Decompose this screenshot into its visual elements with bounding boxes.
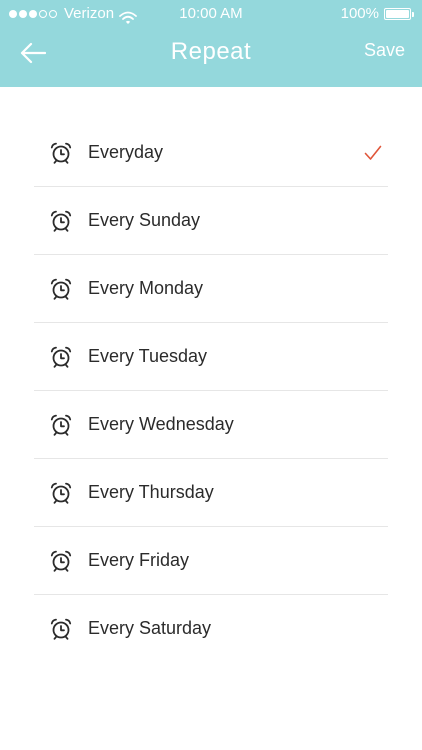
- alarm-clock-icon: [50, 142, 72, 164]
- save-button[interactable]: Save: [364, 40, 405, 61]
- repeat-option-label: Every Wednesday: [88, 414, 234, 434]
- battery-fill: [386, 10, 409, 18]
- alarm-clock-icon: [50, 210, 72, 232]
- repeat-option-every-wednesday[interactable]: Every Wednesday: [34, 391, 388, 459]
- page-title: Repeat: [170, 38, 252, 65]
- repeat-option-every-monday[interactable]: Every Monday: [34, 255, 388, 323]
- repeat-option-every-thursday[interactable]: Every Thursday: [34, 459, 388, 527]
- battery-icon: [384, 8, 411, 20]
- repeat-option-label: Every Friday: [88, 550, 190, 570]
- status-right: 100%: [341, 0, 414, 28]
- battery-nub: [412, 11, 414, 17]
- battery-percent: 100%: [340, 5, 379, 22]
- repeat-option-label: Every Saturday: [88, 618, 212, 638]
- repeat-option-every-sunday[interactable]: Every Sunday: [34, 187, 388, 255]
- status-bar: Verizon 10:00 AM 100%: [0, 0, 422, 28]
- repeat-option-everyday[interactable]: Everyday: [34, 119, 388, 187]
- navigation-bar: Repeat Save: [0, 28, 422, 87]
- repeat-option-every-tuesday[interactable]: Every Tuesday: [34, 323, 388, 391]
- repeat-option-label: Every Sunday: [88, 210, 201, 230]
- checkmark-icon: [364, 145, 382, 160]
- alarm-clock-icon: [50, 278, 72, 300]
- repeat-option-every-friday[interactable]: Every Friday: [34, 527, 388, 595]
- repeat-options-list: Everyday Every Sunday Every Monday Every…: [34, 119, 388, 662]
- app-header: Verizon 10:00 AM 100% Repeat Save: [0, 0, 422, 87]
- alarm-clock-icon: [50, 618, 72, 640]
- repeat-option-label: Every Tuesday: [88, 346, 208, 366]
- alarm-clock-icon: [50, 346, 72, 368]
- repeat-option-label: Every Thursday: [88, 482, 214, 502]
- repeat-option-every-saturday[interactable]: Every Saturday: [34, 595, 388, 662]
- alarm-clock-icon: [50, 550, 72, 572]
- repeat-option-label: Every Monday: [88, 278, 204, 298]
- alarm-clock-icon: [50, 482, 72, 504]
- repeat-option-label: Everyday: [88, 142, 164, 162]
- alarm-clock-icon: [50, 414, 72, 436]
